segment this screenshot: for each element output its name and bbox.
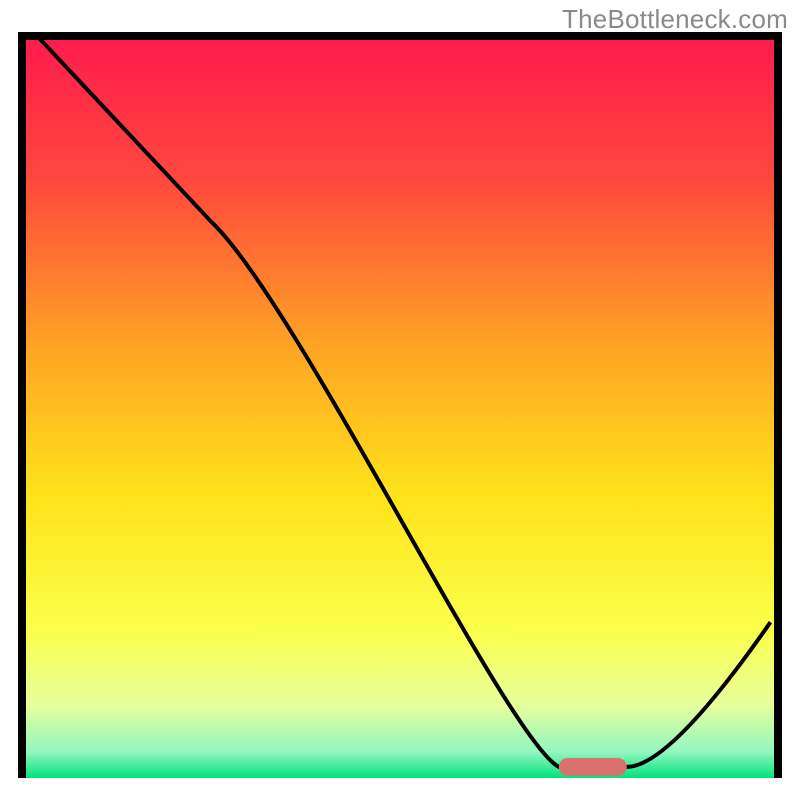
chart-svg — [0, 0, 800, 800]
plot-background — [22, 36, 778, 778]
optimal-range-marker — [559, 758, 627, 776]
chart-frame: TheBottleneck.com — [0, 0, 800, 800]
watermark-text: TheBottleneck.com — [562, 4, 788, 35]
